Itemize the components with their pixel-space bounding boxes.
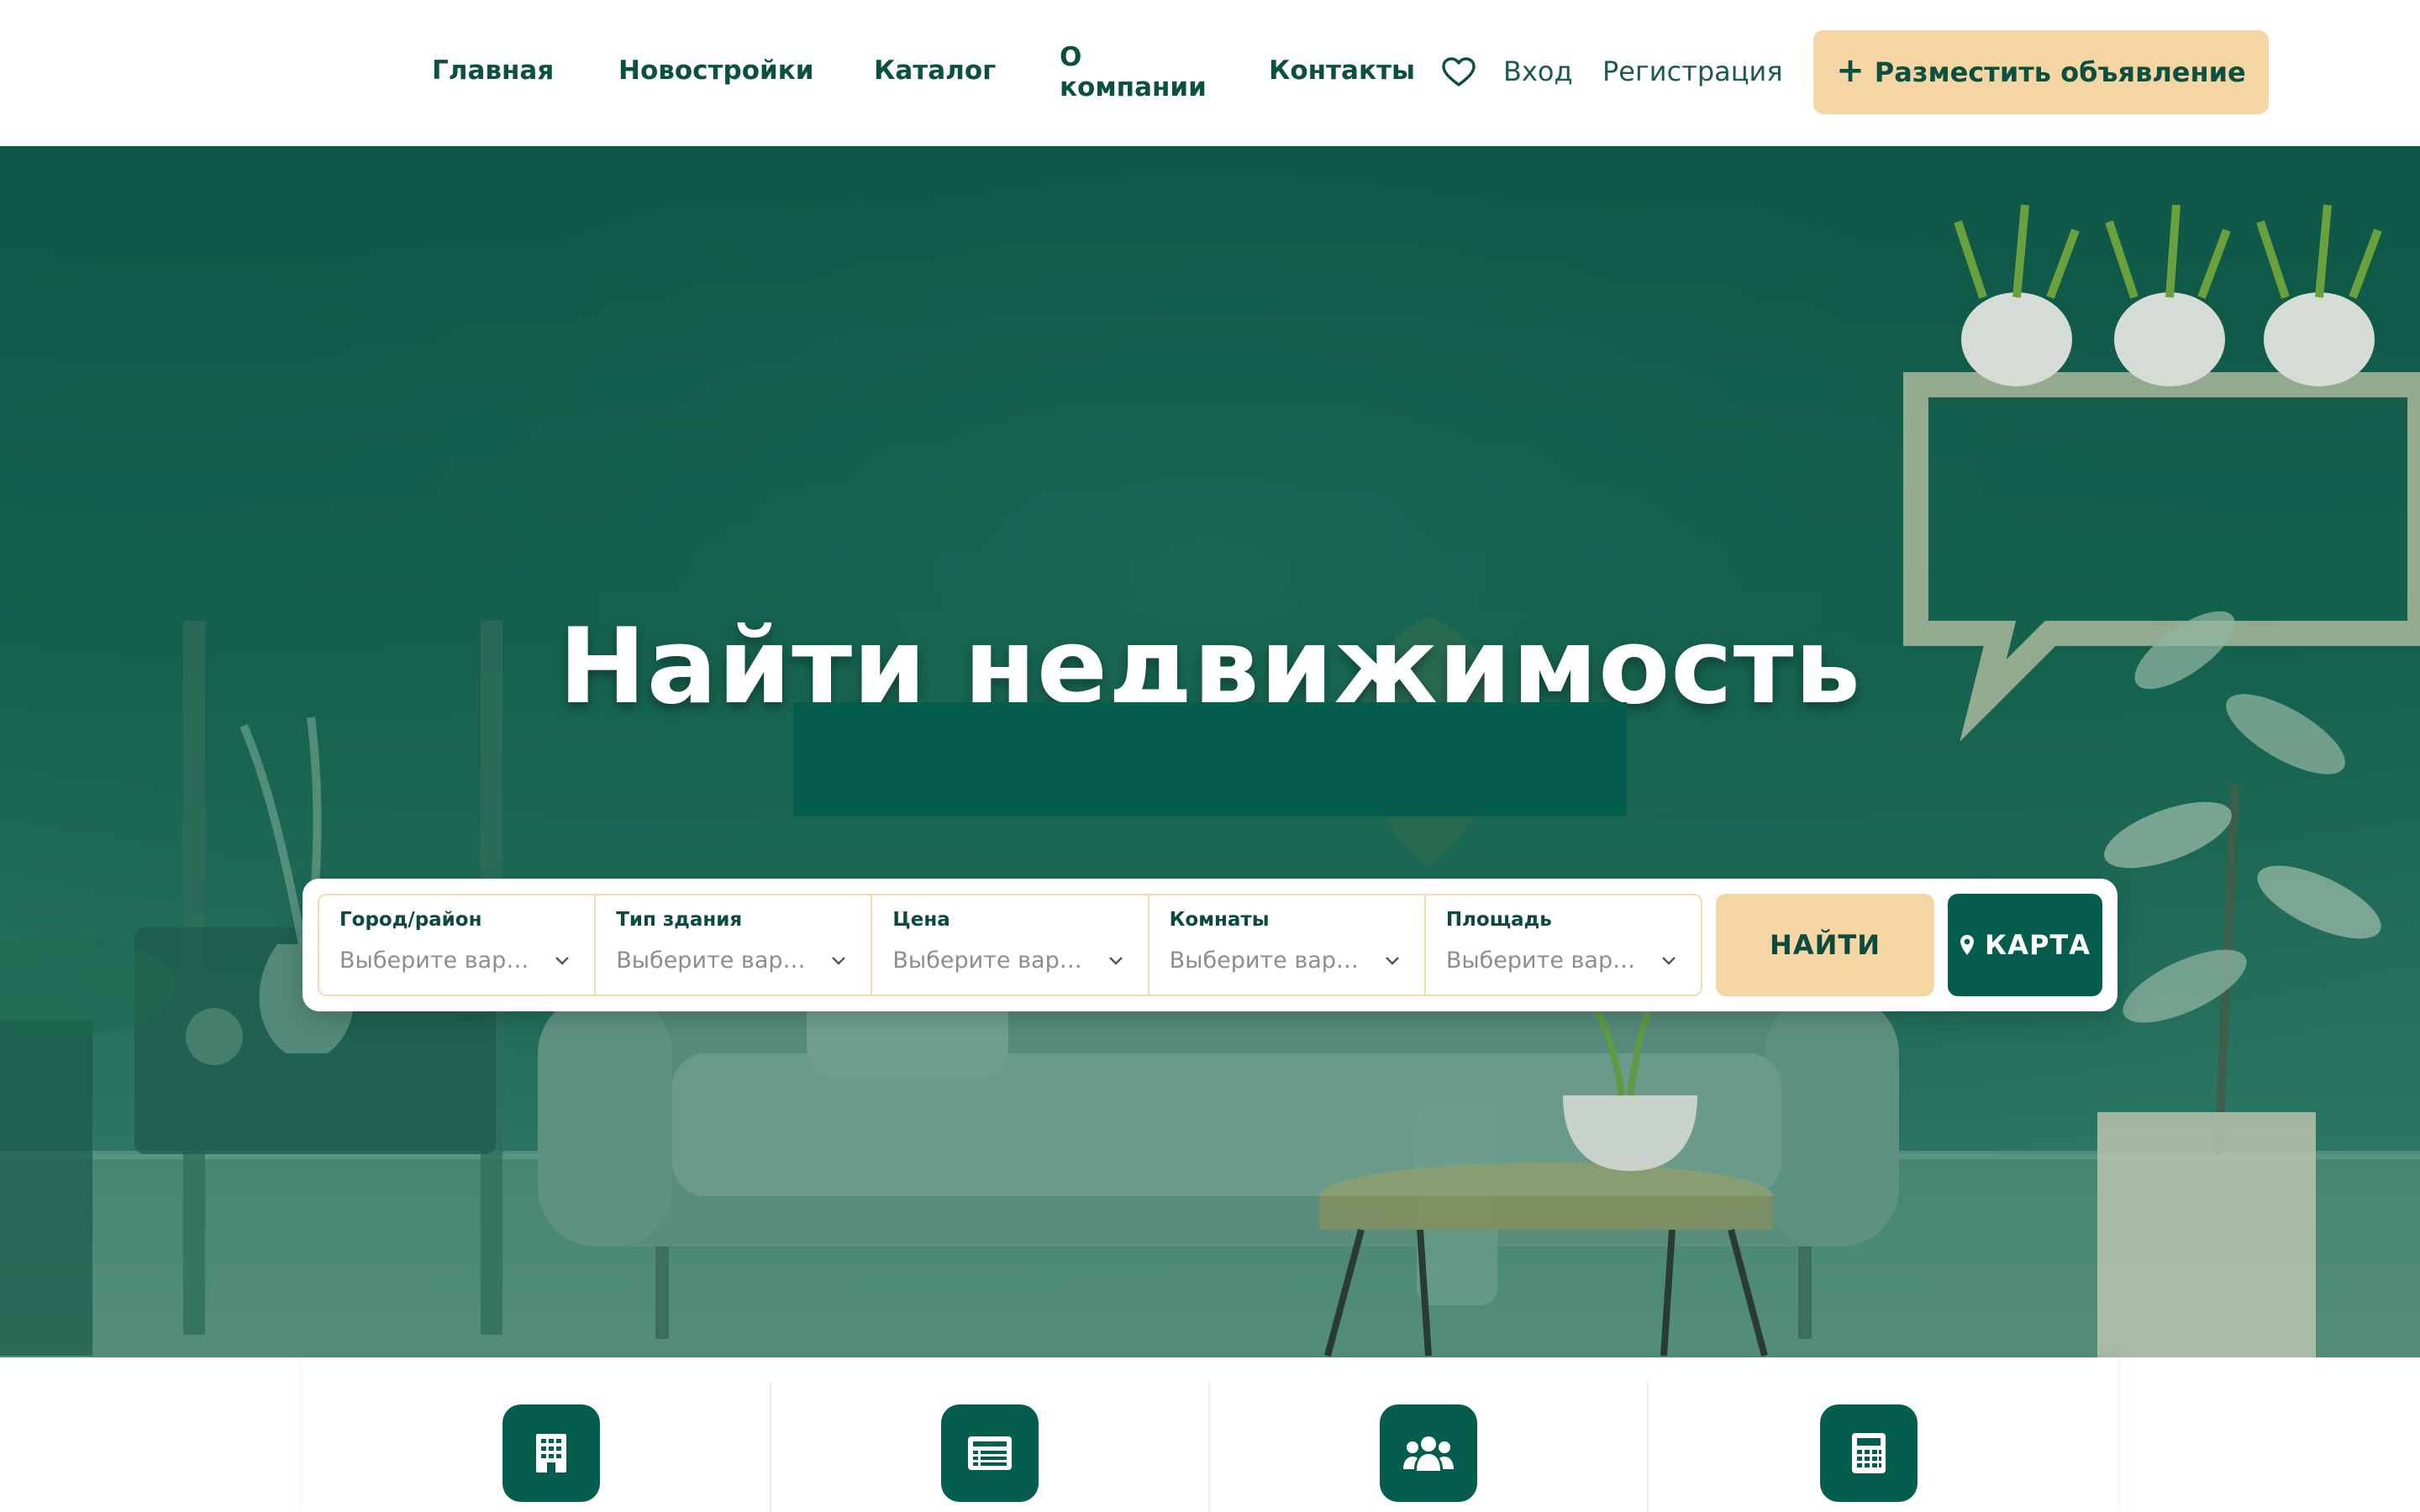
nav-catalog[interactable]: Каталог [874, 55, 996, 87]
chevron-down-icon [1662, 957, 1676, 965]
users-icon[interactable] [1380, 1404, 1477, 1502]
chevron-down-icon [1385, 957, 1399, 965]
feature-divider [1647, 1383, 1649, 1512]
plus-icon: + [1836, 51, 1865, 90]
filter-value: Выберите вари… [616, 948, 810, 974]
post-ad-label: Разместить объявление [1874, 56, 2246, 88]
filter-price[interactable]: Цена Выберите вари… [872, 895, 1150, 995]
filter-building-type[interactable]: Тип здания Выберите вари… [596, 895, 873, 995]
list-icon[interactable] [941, 1404, 1039, 1502]
filter-value: Выберите вари… [339, 948, 533, 974]
building-icon[interactable] [502, 1404, 600, 1502]
feature-divider [770, 1383, 771, 1512]
nav-new-buildings[interactable]: Новостройки [618, 55, 813, 87]
filter-value: Выберите вариа… [1445, 948, 1639, 974]
nav-contacts[interactable]: Контакты [1269, 55, 1415, 87]
filter-area[interactable]: Площадь Выберите вариа… [1426, 895, 1701, 995]
nav-about[interactable]: О компании [1060, 42, 1219, 102]
login-link[interactable]: Вход [1503, 55, 1573, 87]
map-button-label: КАРТА [1985, 929, 2091, 961]
map-pin-icon [1960, 935, 1975, 955]
register-link[interactable]: Регистрация [1602, 55, 1783, 87]
map-button[interactable]: КАРТА [1948, 894, 2102, 996]
filter-city-district[interactable]: Город/район Выберите вари… [319, 895, 597, 995]
features-strip [302, 1357, 2118, 1512]
filter-label: Цена [892, 909, 950, 931]
chevron-down-icon [1108, 957, 1123, 965]
hero-section: Найти недвижимость Город/район Выберите … [0, 146, 2420, 1357]
hero-subtitle-block [793, 702, 1627, 816]
filter-label: Город/район [339, 909, 482, 931]
nav-home[interactable]: Главная [432, 55, 554, 87]
find-button[interactable]: НАЙТИ [1716, 894, 1934, 996]
filter-value: Выберите вари… [892, 948, 1086, 974]
filter-value: Выберите вари… [1169, 948, 1363, 974]
chevron-down-icon [832, 957, 846, 965]
search-bar: Город/район Выберите вари… Тип здания Вы… [302, 879, 2118, 1011]
favorites-heart-icon[interactable] [1442, 57, 1476, 87]
feature-divider [1208, 1383, 1210, 1512]
site-header: Главная Новостройки Каталог О компании К… [0, 0, 2420, 146]
filter-label: Комнаты [1169, 909, 1270, 931]
post-ad-button[interactable]: + Разместить объявление [1813, 30, 2269, 114]
search-filters: Город/район Выберите вари… Тип здания Вы… [318, 894, 1702, 996]
calculator-icon[interactable] [1820, 1404, 1918, 1502]
filter-label: Площадь [1445, 909, 1552, 931]
filter-label: Тип здания [616, 909, 743, 931]
chevron-down-icon [555, 957, 570, 965]
filter-rooms[interactable]: Комнаты Выберите вари… [1150, 895, 1426, 995]
